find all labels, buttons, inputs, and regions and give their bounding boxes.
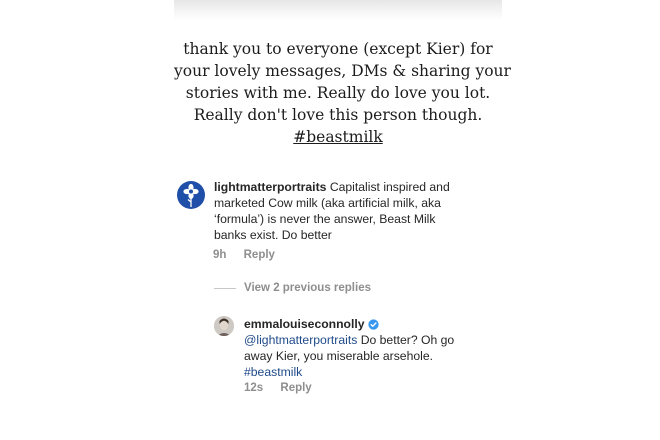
reply-meta: 12s Reply bbox=[244, 382, 326, 394]
verified-badge-icon bbox=[367, 319, 379, 330]
caption-line: Really don't love this person though. bbox=[193, 106, 483, 124]
comment-timestamp: 9h bbox=[213, 249, 227, 261]
avatar[interactable] bbox=[214, 316, 234, 336]
caption-line: stories with me. Really do love you lot. bbox=[185, 84, 491, 102]
reply-mention[interactable]: @lightmatterportraits bbox=[244, 333, 357, 347]
reply-hashtag[interactable]: #beastmilk bbox=[244, 365, 302, 379]
avatar[interactable] bbox=[177, 181, 205, 209]
comment-username[interactable]: lightmatterportraits bbox=[214, 180, 326, 194]
caption-line: thank you to everyone (except Kier) for bbox=[183, 40, 493, 58]
flower-icon bbox=[183, 183, 199, 207]
comment-meta: 9h Reply bbox=[213, 249, 289, 261]
reply-button[interactable]: Reply bbox=[244, 249, 275, 261]
story-top-shadow bbox=[174, 0, 502, 20]
view-previous-replies[interactable]: View 2 previous replies bbox=[214, 282, 371, 294]
story-caption: thank you to everyone (except Kier) for … bbox=[174, 38, 511, 148]
replies-divider bbox=[214, 287, 236, 289]
reply-username[interactable]: emmalouiseconnolly bbox=[244, 317, 365, 331]
comment-body: lightmatterportraits Capitalist inspired… bbox=[214, 179, 464, 243]
reply-body: emmalouiseconnolly @lightmatterportraits… bbox=[244, 316, 474, 380]
reply-timestamp: 12s bbox=[244, 382, 264, 394]
caption-hashtag[interactable]: #beastmilk bbox=[293, 128, 383, 146]
profile-photo-icon bbox=[214, 316, 234, 336]
reply-button[interactable]: Reply bbox=[280, 382, 311, 394]
caption-line: your lovely messages, DMs & sharing your bbox=[174, 62, 511, 80]
view-replies-label: View 2 previous replies bbox=[244, 282, 371, 294]
